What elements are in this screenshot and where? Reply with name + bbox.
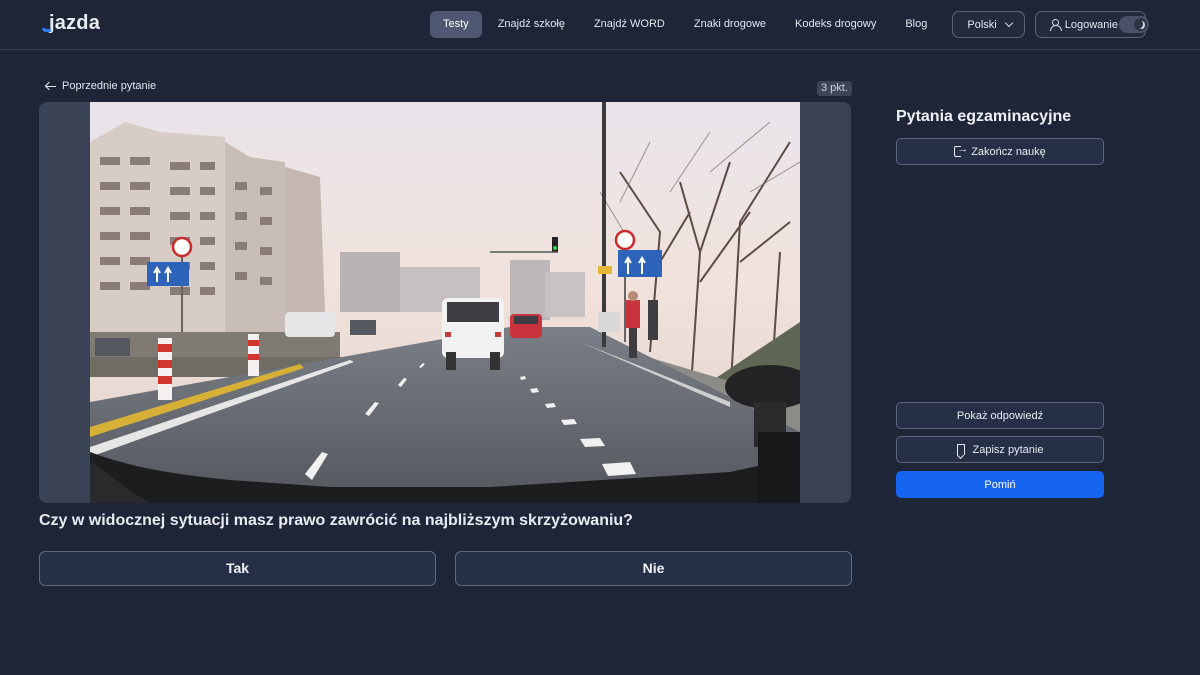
answer-yes-button[interactable]: Tak <box>39 551 436 586</box>
save-question-label: Zapisz pytanie <box>972 443 1044 456</box>
nav-item-find-school[interactable]: Znajdź szkołę <box>485 11 578 38</box>
skip-label: Pomiń <box>984 478 1016 491</box>
chevron-down-icon <box>1004 18 1013 28</box>
language-label: Polski <box>967 18 997 31</box>
top-header: jazda Testy Znajdź szkołę Znajdź WORD Zn… <box>0 0 1200 50</box>
previous-question-link[interactable]: Poprzednie pytanie <box>45 80 156 92</box>
theme-toggle[interactable] <box>1119 16 1149 33</box>
main-nav: Testy Znajdź szkołę Znajdź WORD Znaki dr… <box>430 11 1146 38</box>
answer-no-button[interactable]: Nie <box>455 551 852 586</box>
finish-learning-button[interactable]: Zakończ naukę <box>896 138 1104 165</box>
skip-button[interactable]: Pomiń <box>896 471 1104 498</box>
nav-item-blog[interactable]: Blog <box>892 11 940 38</box>
show-answer-button[interactable]: Pokaż odpowiedź <box>896 402 1104 429</box>
log-out-icon <box>954 143 968 157</box>
language-select[interactable]: Polski <box>952 11 1025 38</box>
bookmark-icon <box>956 444 965 455</box>
user-icon <box>1049 19 1062 31</box>
logo-text: jazda <box>49 12 101 34</box>
save-question-button[interactable]: Zapisz pytanie <box>896 436 1104 463</box>
logo-mark-icon <box>42 27 51 32</box>
moon-icon <box>1134 18 1147 31</box>
question-text: Czy w widocznej sytuacji masz prawo zawr… <box>39 512 633 529</box>
nav-item-find-word[interactable]: Znajdź WORD <box>581 11 678 38</box>
points-badge: 3 pkt. <box>817 81 852 96</box>
nav-item-testy[interactable]: Testy <box>430 11 482 38</box>
previous-question-label: Poprzednie pytanie <box>62 80 157 92</box>
logo[interactable]: jazda <box>42 12 100 35</box>
show-answer-label: Pokaż odpowiedź <box>956 409 1044 422</box>
finish-learning-label: Zakończ naukę <box>971 145 1046 158</box>
arrow-left-icon <box>45 81 56 91</box>
nav-item-road-code[interactable]: Kodeks drogowy <box>782 11 889 38</box>
login-label: Logowanie <box>1064 18 1118 31</box>
question-media <box>39 102 851 503</box>
nav-item-road-signs[interactable]: Znaki drogowe <box>681 11 779 38</box>
panel-title: Pytania egzaminacyjne <box>896 108 1072 125</box>
road-scene-image <box>90 102 800 503</box>
